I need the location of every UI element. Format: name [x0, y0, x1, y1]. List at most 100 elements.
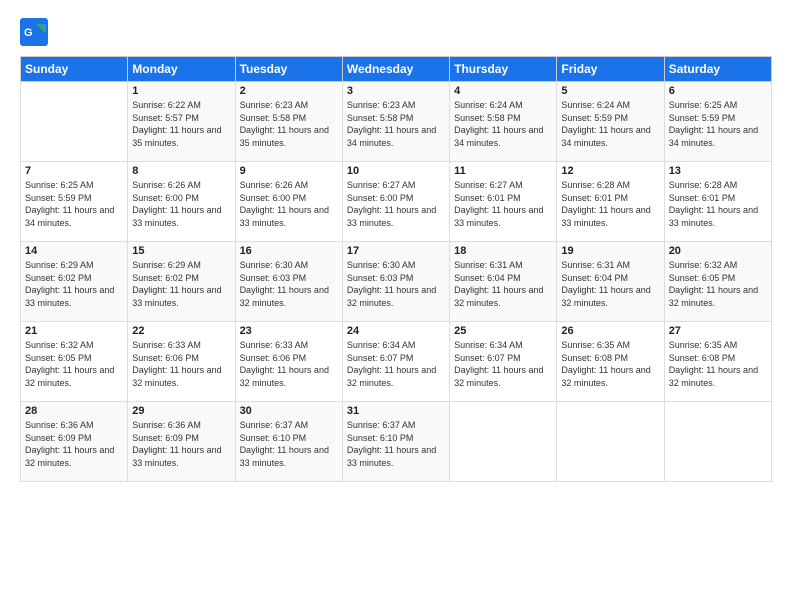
- day-cell: 4 Sunrise: 6:24 AMSunset: 5:58 PMDaylight…: [450, 82, 557, 162]
- day-info: Sunrise: 6:37 AMSunset: 6:10 PMDaylight:…: [240, 419, 338, 469]
- day-cell: 7Sunrise: 6:25 AMSunset: 5:59 PMDaylight…: [21, 162, 128, 242]
- day-info: Sunrise: 6:29 AMSunset: 6:02 PMDaylight:…: [132, 259, 230, 309]
- day-cell: [21, 82, 128, 162]
- col-header-friday: Friday: [557, 57, 664, 82]
- day-info: Sunrise: 6:25 AMSunset: 5:59 PMDaylight:…: [25, 179, 123, 229]
- day-cell: 14 Sunrise: 6:29 AMSunset: 6:02 PMDayligh…: [21, 242, 128, 322]
- day-number: 15: [132, 245, 230, 257]
- day-info: Sunrise: 6:26 AMSunset: 6:00 PMDaylight:…: [240, 179, 338, 229]
- header-row: SundayMondayTuesdayWednesdayThursdayFrid…: [21, 57, 772, 82]
- header: G: [20, 18, 772, 46]
- day-number: 14: [25, 245, 123, 257]
- day-info: Sunrise: 6:29 AMSunset: 6:02 PMDaylight:…: [25, 259, 123, 309]
- day-cell: 17Sunrise: 6:30 AMSunset: 6:03 PMDayligh…: [342, 242, 449, 322]
- day-info: Sunrise: 6:33 AMSunset: 6:06 PMDaylight:…: [132, 339, 230, 389]
- col-header-saturday: Saturday: [664, 57, 771, 82]
- day-cell: 22 Sunrise: 6:33 AMSunset: 6:06 PMDayligh…: [128, 322, 235, 402]
- day-cell: 3 Sunrise: 6:23 AMSunset: 5:58 PMDaylight…: [342, 82, 449, 162]
- day-info: Sunrise: 6:31 AMSunset: 6:04 PMDaylight:…: [561, 259, 659, 309]
- day-info: Sunrise: 6:30 AMSunset: 6:03 PMDaylight:…: [240, 259, 338, 309]
- day-number: 26: [561, 325, 659, 337]
- day-info: Sunrise: 6:36 AMSunset: 6:09 PMDaylight:…: [25, 419, 123, 469]
- day-number: 4: [454, 85, 552, 97]
- day-cell: 29 Sunrise: 6:36 AMSunset: 6:09 PMDayligh…: [128, 402, 235, 482]
- day-number: 10: [347, 165, 445, 177]
- day-number: 1: [132, 85, 230, 97]
- day-cell: 30Sunrise: 6:37 AMSunset: 6:10 PMDayligh…: [235, 402, 342, 482]
- day-info: Sunrise: 6:35 AMSunset: 6:08 PMDaylight:…: [669, 339, 767, 389]
- day-info: Sunrise: 6:23 AMSunset: 5:58 PMDaylight:…: [347, 99, 445, 149]
- day-info: Sunrise: 6:33 AMSunset: 6:06 PMDaylight:…: [240, 339, 338, 389]
- svg-text:G: G: [24, 27, 33, 39]
- week-row-4: 21 Sunrise: 6:32 AMSunset: 6:05 PMDayligh…: [21, 322, 772, 402]
- day-number: 31: [347, 405, 445, 417]
- day-cell: 24Sunrise: 6:34 AMSunset: 6:07 PMDayligh…: [342, 322, 449, 402]
- day-cell: 13 Sunrise: 6:28 AMSunset: 6:01 PMDayligh…: [664, 162, 771, 242]
- week-row-3: 14 Sunrise: 6:29 AMSunset: 6:02 PMDayligh…: [21, 242, 772, 322]
- col-header-sunday: Sunday: [21, 57, 128, 82]
- day-number: 25: [454, 325, 552, 337]
- day-number: 13: [669, 165, 767, 177]
- day-info: Sunrise: 6:27 AMSunset: 6:01 PMDaylight:…: [454, 179, 552, 229]
- day-cell: 26 Sunrise: 6:35 AMSunset: 6:08 PMDayligh…: [557, 322, 664, 402]
- day-number: 22: [132, 325, 230, 337]
- day-info: Sunrise: 6:35 AMSunset: 6:08 PMDaylight:…: [561, 339, 659, 389]
- day-number: 27: [669, 325, 767, 337]
- day-number: 9: [240, 165, 338, 177]
- logo-icon: G: [20, 18, 48, 46]
- day-info: Sunrise: 6:24 AMSunset: 5:58 PMDaylight:…: [454, 99, 552, 149]
- day-info: Sunrise: 6:32 AMSunset: 6:05 PMDaylight:…: [669, 259, 767, 309]
- day-info: Sunrise: 6:28 AMSunset: 6:01 PMDaylight:…: [561, 179, 659, 229]
- day-number: 29: [132, 405, 230, 417]
- day-cell: 5 Sunrise: 6:24 AMSunset: 5:59 PMDaylight…: [557, 82, 664, 162]
- day-info: Sunrise: 6:26 AMSunset: 6:00 PMDaylight:…: [132, 179, 230, 229]
- day-number: 5: [561, 85, 659, 97]
- day-number: 21: [25, 325, 123, 337]
- day-number: 8: [132, 165, 230, 177]
- day-info: Sunrise: 6:23 AMSunset: 5:58 PMDaylight:…: [240, 99, 338, 149]
- day-number: 2: [240, 85, 338, 97]
- day-info: Sunrise: 6:31 AMSunset: 6:04 PMDaylight:…: [454, 259, 552, 309]
- day-info: Sunrise: 6:28 AMSunset: 6:01 PMDaylight:…: [669, 179, 767, 229]
- day-number: 16: [240, 245, 338, 257]
- day-number: 20: [669, 245, 767, 257]
- col-header-tuesday: Tuesday: [235, 57, 342, 82]
- day-number: 6: [669, 85, 767, 97]
- day-number: 12: [561, 165, 659, 177]
- day-cell: 10 Sunrise: 6:27 AMSunset: 6:00 PMDayligh…: [342, 162, 449, 242]
- day-number: 24: [347, 325, 445, 337]
- day-info: Sunrise: 6:36 AMSunset: 6:09 PMDaylight:…: [132, 419, 230, 469]
- day-cell: 20 Sunrise: 6:32 AMSunset: 6:05 PMDayligh…: [664, 242, 771, 322]
- day-number: 19: [561, 245, 659, 257]
- col-header-thursday: Thursday: [450, 57, 557, 82]
- day-info: Sunrise: 6:27 AMSunset: 6:00 PMDaylight:…: [347, 179, 445, 229]
- day-cell: 23 Sunrise: 6:33 AMSunset: 6:06 PMDayligh…: [235, 322, 342, 402]
- day-info: Sunrise: 6:25 AMSunset: 5:59 PMDaylight:…: [669, 99, 767, 149]
- day-number: 3: [347, 85, 445, 97]
- calendar-page: G SundayMondayTuesdayWednesdayThursdayFr…: [0, 0, 792, 612]
- day-cell: 16 Sunrise: 6:30 AMSunset: 6:03 PMDayligh…: [235, 242, 342, 322]
- day-cell: 2 Sunrise: 6:23 AMSunset: 5:58 PMDaylight…: [235, 82, 342, 162]
- col-header-wednesday: Wednesday: [342, 57, 449, 82]
- day-cell: 18Sunrise: 6:31 AMSunset: 6:04 PMDayligh…: [450, 242, 557, 322]
- day-info: Sunrise: 6:37 AMSunset: 6:10 PMDaylight:…: [347, 419, 445, 469]
- col-header-monday: Monday: [128, 57, 235, 82]
- day-cell: 25Sunrise: 6:34 AMSunset: 6:07 PMDayligh…: [450, 322, 557, 402]
- day-cell: [664, 402, 771, 482]
- day-cell: 11 Sunrise: 6:27 AMSunset: 6:01 PMDayligh…: [450, 162, 557, 242]
- week-row-1: 1Sunrise: 6:22 AMSunset: 5:57 PMDaylight…: [21, 82, 772, 162]
- day-number: 11: [454, 165, 552, 177]
- day-cell: 21 Sunrise: 6:32 AMSunset: 6:05 PMDayligh…: [21, 322, 128, 402]
- day-number: 23: [240, 325, 338, 337]
- day-info: Sunrise: 6:30 AMSunset: 6:03 PMDaylight:…: [347, 259, 445, 309]
- day-cell: 15 Sunrise: 6:29 AMSunset: 6:02 PMDayligh…: [128, 242, 235, 322]
- day-cell: 31 Sunrise: 6:37 AMSunset: 6:10 PMDayligh…: [342, 402, 449, 482]
- calendar-table: SundayMondayTuesdayWednesdayThursdayFrid…: [20, 56, 772, 482]
- day-info: Sunrise: 6:24 AMSunset: 5:59 PMDaylight:…: [561, 99, 659, 149]
- day-cell: 27 Sunrise: 6:35 AMSunset: 6:08 PMDayligh…: [664, 322, 771, 402]
- day-cell: [450, 402, 557, 482]
- day-cell: 28 Sunrise: 6:36 AMSunset: 6:09 PMDayligh…: [21, 402, 128, 482]
- day-number: 28: [25, 405, 123, 417]
- day-info: Sunrise: 6:32 AMSunset: 6:05 PMDaylight:…: [25, 339, 123, 389]
- logo: G: [20, 18, 52, 46]
